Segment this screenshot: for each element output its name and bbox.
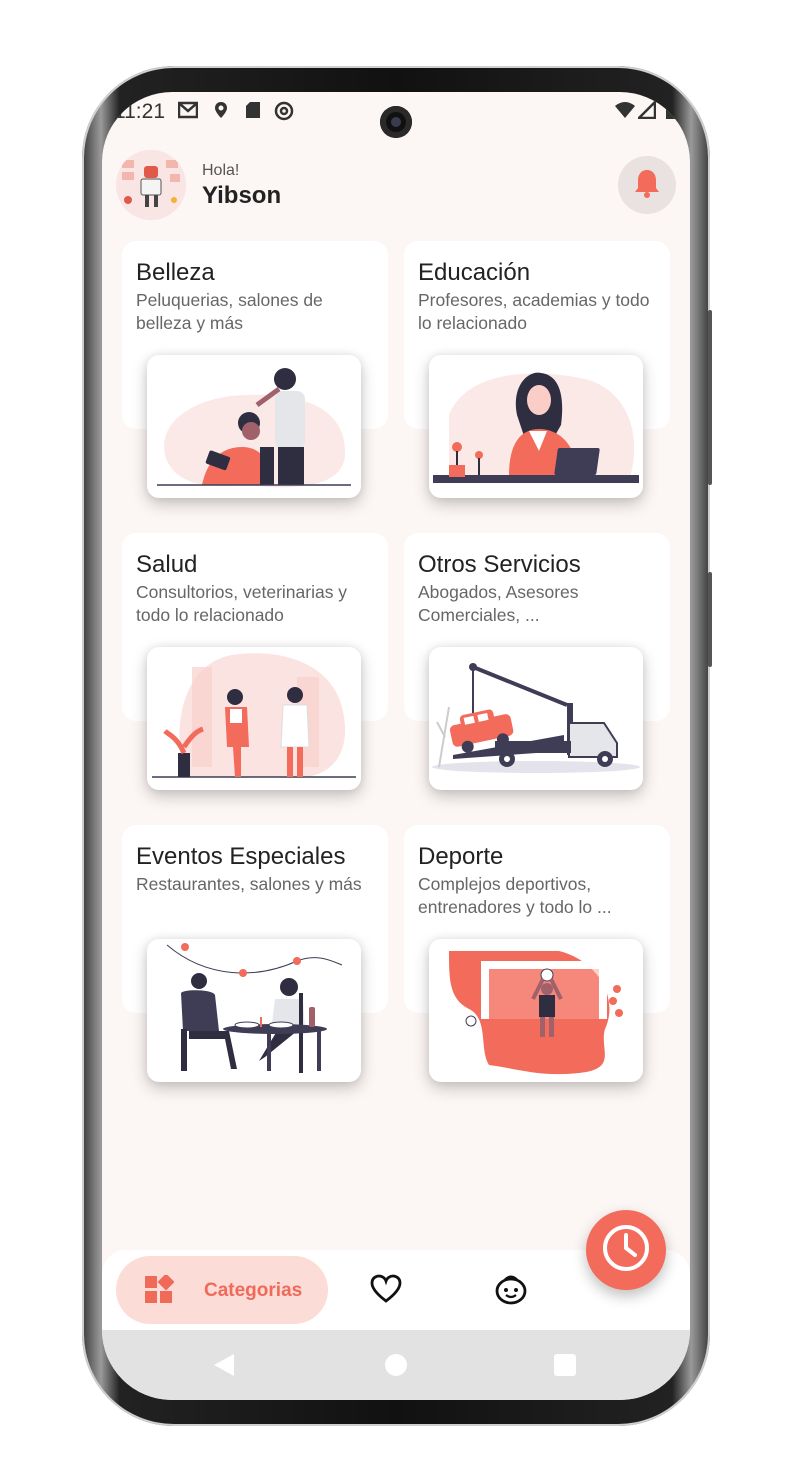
history-fab-button[interactable] (586, 1210, 666, 1290)
card-illustration (147, 939, 361, 1082)
category-card-belleza[interactable]: Belleza Peluquerias, salones de belleza … (122, 241, 388, 503)
clock-icon (601, 1223, 651, 1278)
card-illustration (429, 939, 643, 1082)
user-name: Yibson (202, 182, 282, 209)
card-subtitle: Consultorios, veterinarias y todo lo rel… (136, 582, 348, 625)
card-subtitle: Profesores, academias y todo lo relacion… (418, 290, 650, 333)
card-illustration (147, 355, 361, 498)
card-subtitle: Peluquerias, salones de belleza y más (136, 290, 323, 333)
wifi-icon (614, 101, 636, 124)
card-title: Belleza (136, 259, 215, 286)
nav-tab-profile[interactable] (494, 1274, 528, 1311)
category-card-eventos-especiales[interactable]: Eventos Especiales Restaurantes, salones… (122, 825, 388, 1087)
card-title: Salud (136, 551, 198, 578)
category-card-educacion[interactable]: Educación Profesores, academias y todo l… (404, 241, 670, 503)
location-icon (214, 101, 228, 124)
card-title: Educación (418, 259, 531, 286)
card-title: Eventos Especiales (136, 843, 346, 870)
greeting-text: Hola! (202, 162, 240, 179)
power-button (708, 310, 712, 485)
notifications-button[interactable] (618, 156, 676, 214)
recents-button[interactable] (554, 1354, 576, 1376)
volume-button (708, 572, 712, 667)
sync-icon (274, 101, 294, 126)
card-title: Otros Servicios (418, 551, 581, 578)
nav-tab-categorias[interactable]: Categorias (116, 1256, 328, 1324)
avatar[interactable] (116, 150, 186, 220)
card-subtitle: Abogados, Asesores Comerciales, ... (418, 582, 579, 625)
nav-tab-label: Categorias (204, 1280, 303, 1301)
notification-bell-icon (632, 167, 662, 204)
app-header: Hola! Yibson (102, 148, 690, 224)
card-illustration (429, 355, 643, 498)
card-illustration (429, 647, 643, 790)
home-button[interactable] (385, 1354, 407, 1376)
category-card-salud[interactable]: Salud Consultorios, veterinarias y todo … (122, 533, 388, 795)
front-camera (380, 106, 412, 138)
app-screen: 11:21 Hola! Yibson Belleza Peluquerias, … (102, 92, 690, 1400)
card-illustration (147, 647, 361, 790)
categories-grid-icon (144, 1273, 175, 1310)
face-icon (494, 1275, 528, 1310)
battery-icon (664, 101, 678, 124)
nav-tab-favorites[interactable] (370, 1274, 402, 1309)
category-card-otros-servicios[interactable]: Otros Servicios Abogados, Asesores Comer… (404, 533, 670, 795)
back-button[interactable] (214, 1354, 234, 1376)
card-subtitle: Complejos deportivos, entrenadores y tod… (418, 874, 612, 917)
card-subtitle: Restaurantes, salones y más (136, 874, 362, 894)
gmail-icon (177, 101, 199, 124)
heart-icon (370, 1274, 402, 1308)
status-time: 11:21 (114, 100, 165, 123)
card-title: Deporte (418, 843, 504, 870)
category-card-deporte[interactable]: Deporte Complejos deportivos, entrenador… (404, 825, 670, 1087)
sd-card-icon (245, 101, 261, 124)
signal-icon (635, 98, 657, 124)
system-navigation-bar (102, 1330, 690, 1400)
